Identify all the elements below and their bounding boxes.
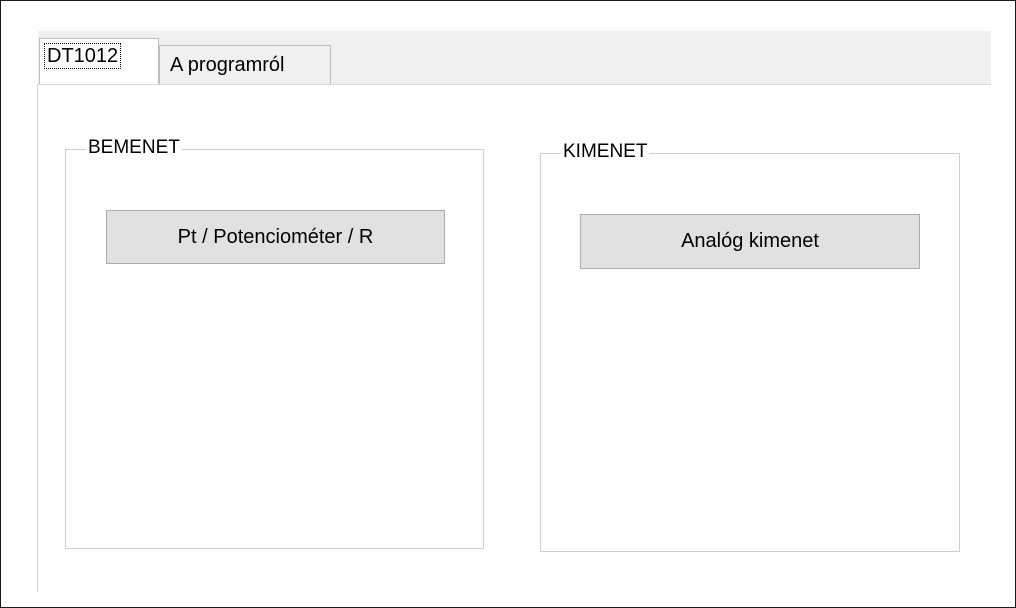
- output-groupbox: KIMENET Analóg kimenet: [540, 140, 960, 552]
- output-group-title: KIMENET: [561, 140, 650, 164]
- tab-label: DT1012: [44, 43, 122, 69]
- input-groupbox: BEMENET Pt / Potenciométer / R: [65, 136, 484, 549]
- pt-potentiometer-r-button[interactable]: Pt / Potenciométer / R: [106, 210, 445, 264]
- app-window: A programról DT1012 BEMENET Pt / Potenci…: [0, 0, 1016, 608]
- tab-label: A programról: [170, 53, 285, 76]
- tab-dt1012[interactable]: DT1012: [39, 38, 159, 84]
- input-group-title: BEMENET: [86, 136, 182, 160]
- analog-output-button[interactable]: Analóg kimenet: [580, 214, 920, 269]
- tab-panel-border: [37, 84, 38, 592]
- tab-a-programrol[interactable]: A programról: [159, 45, 331, 84]
